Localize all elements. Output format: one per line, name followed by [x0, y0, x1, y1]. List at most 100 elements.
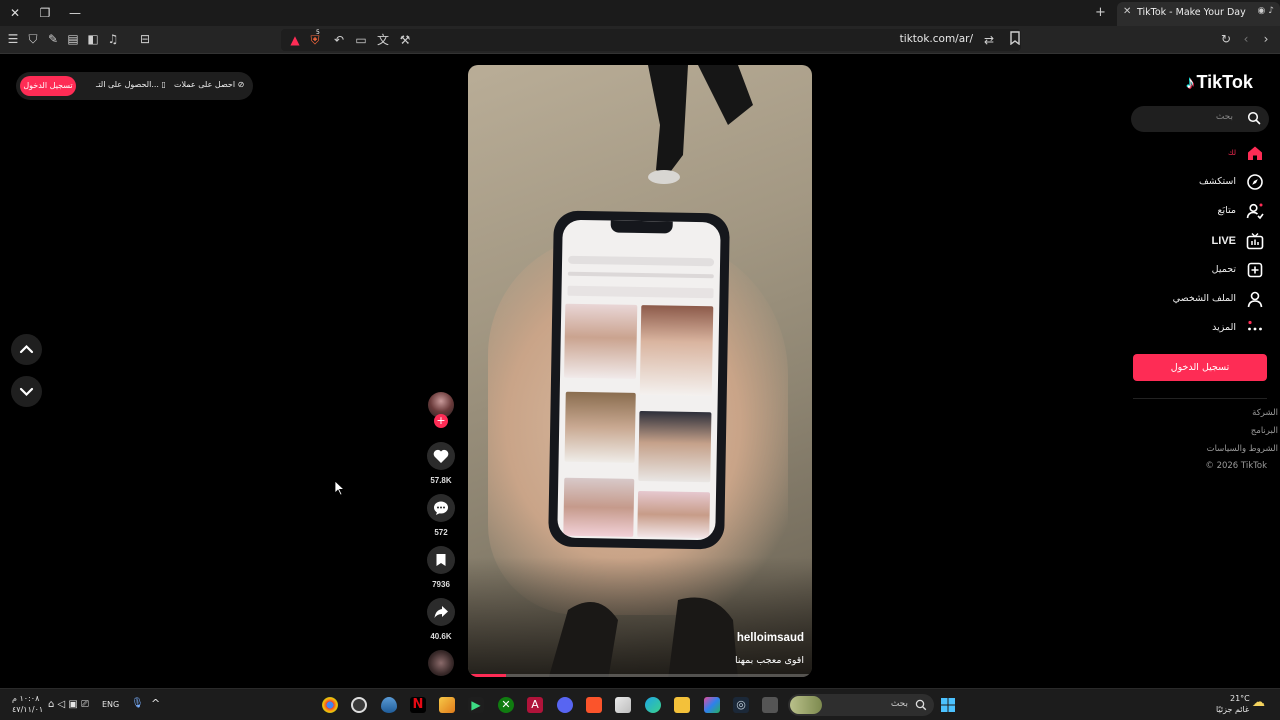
nav-upload[interactable]: تحميل	[1140, 260, 1266, 282]
drop-app-icon[interactable]	[381, 697, 397, 713]
discord-icon[interactable]	[557, 697, 573, 713]
close-window-icon[interactable]: ✕	[4, 3, 26, 23]
play-icon[interactable]: ▶	[468, 697, 484, 713]
site-settings-icon[interactable]: ⇄	[981, 32, 997, 48]
new-tab-button[interactable]: +	[1095, 5, 1106, 20]
reload-icon[interactable]: ↻	[1218, 31, 1234, 47]
url-bar[interactable]: ▲ ⛨ 5 ↶ ▭ 文 ⚒ tiktok.com/ar/ ⇄	[281, 29, 1021, 51]
clock-time[interactable]: ١٠:٠٨ م	[12, 694, 39, 703]
pill-login-button[interactable]: تسجيل الدخول	[20, 76, 76, 96]
notifications-icon[interactable]: ⌂ ◁ ▣ ⎚	[48, 699, 89, 710]
restore-window-icon[interactable]: ❐	[34, 3, 56, 23]
video-author[interactable]: helloimsaud	[737, 632, 804, 644]
tiktok-note-icon: ♪	[1186, 73, 1195, 92]
phone-screen	[557, 219, 721, 541]
logo-text: TikTok	[1196, 72, 1253, 92]
footer-program[interactable]: البرنامج	[1128, 426, 1278, 436]
url-text[interactable]: tiktok.com/ar/	[900, 33, 973, 45]
music-icon[interactable]: ♫	[105, 31, 121, 47]
weather-desc[interactable]: غائم جزئيًا	[1216, 705, 1249, 714]
tiktok-logo[interactable]: ♪ TikTok	[1186, 72, 1253, 93]
store-icon[interactable]	[615, 697, 631, 713]
save-button[interactable]	[427, 546, 455, 574]
live-icon	[1246, 233, 1264, 250]
weather-icon[interactable]: ☁	[1252, 695, 1265, 710]
nav-live[interactable]: LIVE	[1140, 231, 1266, 253]
sublime-icon[interactable]	[439, 697, 455, 713]
search-icon[interactable]	[1247, 111, 1261, 125]
screen-icon[interactable]: ▭	[353, 32, 369, 48]
clock-date[interactable]: ٤٧/١١/٠١	[12, 705, 43, 714]
get-app-button[interactable]: الحصول على التـ... ▯	[96, 80, 166, 89]
start-icon[interactable]	[940, 697, 956, 713]
share-button[interactable]	[427, 598, 455, 626]
brave-shield-icon[interactable]: ⛨	[307, 32, 323, 48]
shield-badge: 5	[316, 29, 320, 36]
video-phone	[548, 210, 730, 550]
footer-company[interactable]: الشركة	[1128, 408, 1278, 418]
acrobat-icon[interactable]: A	[527, 697, 543, 713]
taskbar-search-placeholder: بحث	[890, 699, 908, 709]
comment-button[interactable]	[427, 494, 455, 522]
nav-profile[interactable]: الملف الشخصي	[1140, 289, 1266, 311]
search-input[interactable]: بحث	[1131, 106, 1269, 132]
search-placeholder: بحث	[1215, 112, 1233, 122]
menu-icon[interactable]: ☰	[5, 31, 21, 47]
weather-temp[interactable]: 21°C	[1230, 694, 1250, 703]
pin-icon[interactable]: ✎	[45, 31, 61, 47]
aria-icon[interactable]: ▲	[287, 32, 303, 48]
translate-icon[interactable]: 文	[375, 32, 391, 48]
title-bar: ✕ ❐ — + ✕ TikTok - Make Your Day ◉ ♪	[0, 0, 1280, 26]
next-video-button[interactable]	[11, 376, 42, 407]
forward-icon[interactable]: ›	[1258, 31, 1274, 47]
file-explorer-icon[interactable]	[674, 697, 690, 713]
nav-for-you[interactable]: لك	[1140, 143, 1266, 165]
nav-label-live: LIVE	[1211, 235, 1236, 247]
tabs-icon[interactable]: ▤	[65, 31, 81, 47]
chevron-up-icon	[19, 344, 34, 354]
nav-following[interactable]: متابَع	[1140, 201, 1266, 223]
undo-icon[interactable]: ↶	[331, 32, 347, 48]
mic-icon[interactable]: 🎙︎	[131, 698, 144, 709]
browser-tab[interactable]: ✕ TikTok - Make Your Day ◉ ♪	[1117, 2, 1280, 26]
tray-chevron-icon[interactable]: ^	[151, 697, 160, 710]
xbox-icon[interactable]: ✕	[498, 697, 514, 713]
steam-icon[interactable]: ◎	[733, 697, 749, 713]
sidebar-login-button[interactable]: تسجيل الدخول	[1133, 354, 1267, 381]
minimize-window-icon[interactable]: —	[64, 3, 86, 23]
sidebar-divider	[1133, 398, 1267, 399]
tools-icon[interactable]: ⚒	[397, 32, 413, 48]
video-player[interactable]: helloimsaud اقوى معجب بمهنا	[468, 65, 812, 677]
bookmark-icon	[436, 554, 446, 566]
brave-icon[interactable]	[586, 697, 602, 713]
back-icon[interactable]: ‹	[1238, 31, 1254, 47]
get-coins-button[interactable]: احصل على عملات ⊘	[174, 80, 244, 89]
heart-icon	[433, 449, 449, 463]
bookmark-icon[interactable]	[1007, 31, 1023, 47]
chrome-icon[interactable]	[322, 697, 338, 713]
top-actions-pill: تسجيل الدخول الحصول على التـ... ▯ احصل ع…	[16, 72, 253, 100]
phone-chips	[567, 285, 714, 299]
like-button[interactable]	[427, 442, 455, 470]
tab-close-icon[interactable]: ✕	[1123, 6, 1131, 17]
nav-more[interactable]: المزيد	[1140, 318, 1266, 340]
window-app-icon[interactable]	[762, 697, 778, 713]
previous-video-button[interactable]	[11, 334, 42, 365]
netflix-icon[interactable]: N	[410, 697, 426, 713]
sidebar-icon[interactable]: ◧	[85, 31, 101, 47]
reader-icon[interactable]: ⊟	[137, 31, 153, 47]
video-progress-bar[interactable]	[468, 674, 812, 677]
music-disc[interactable]	[428, 650, 454, 676]
taskbar-search[interactable]: بحث	[788, 694, 934, 716]
nav-explore[interactable]: استكشف	[1140, 172, 1266, 194]
edge-icon[interactable]	[645, 697, 661, 713]
footer-terms[interactable]: الشروط والسياسات	[1128, 444, 1278, 454]
m365-icon[interactable]	[704, 697, 720, 713]
obs-icon[interactable]	[351, 697, 367, 713]
search-highlight-icon	[790, 696, 822, 714]
tab-audio-icon[interactable]: ◉ ♪	[1258, 6, 1274, 16]
follow-button[interactable]: +	[434, 414, 448, 428]
language-indicator[interactable]: ENG	[102, 700, 119, 709]
shield-icon[interactable]: ⛉	[25, 31, 41, 47]
photo-6	[637, 491, 711, 539]
